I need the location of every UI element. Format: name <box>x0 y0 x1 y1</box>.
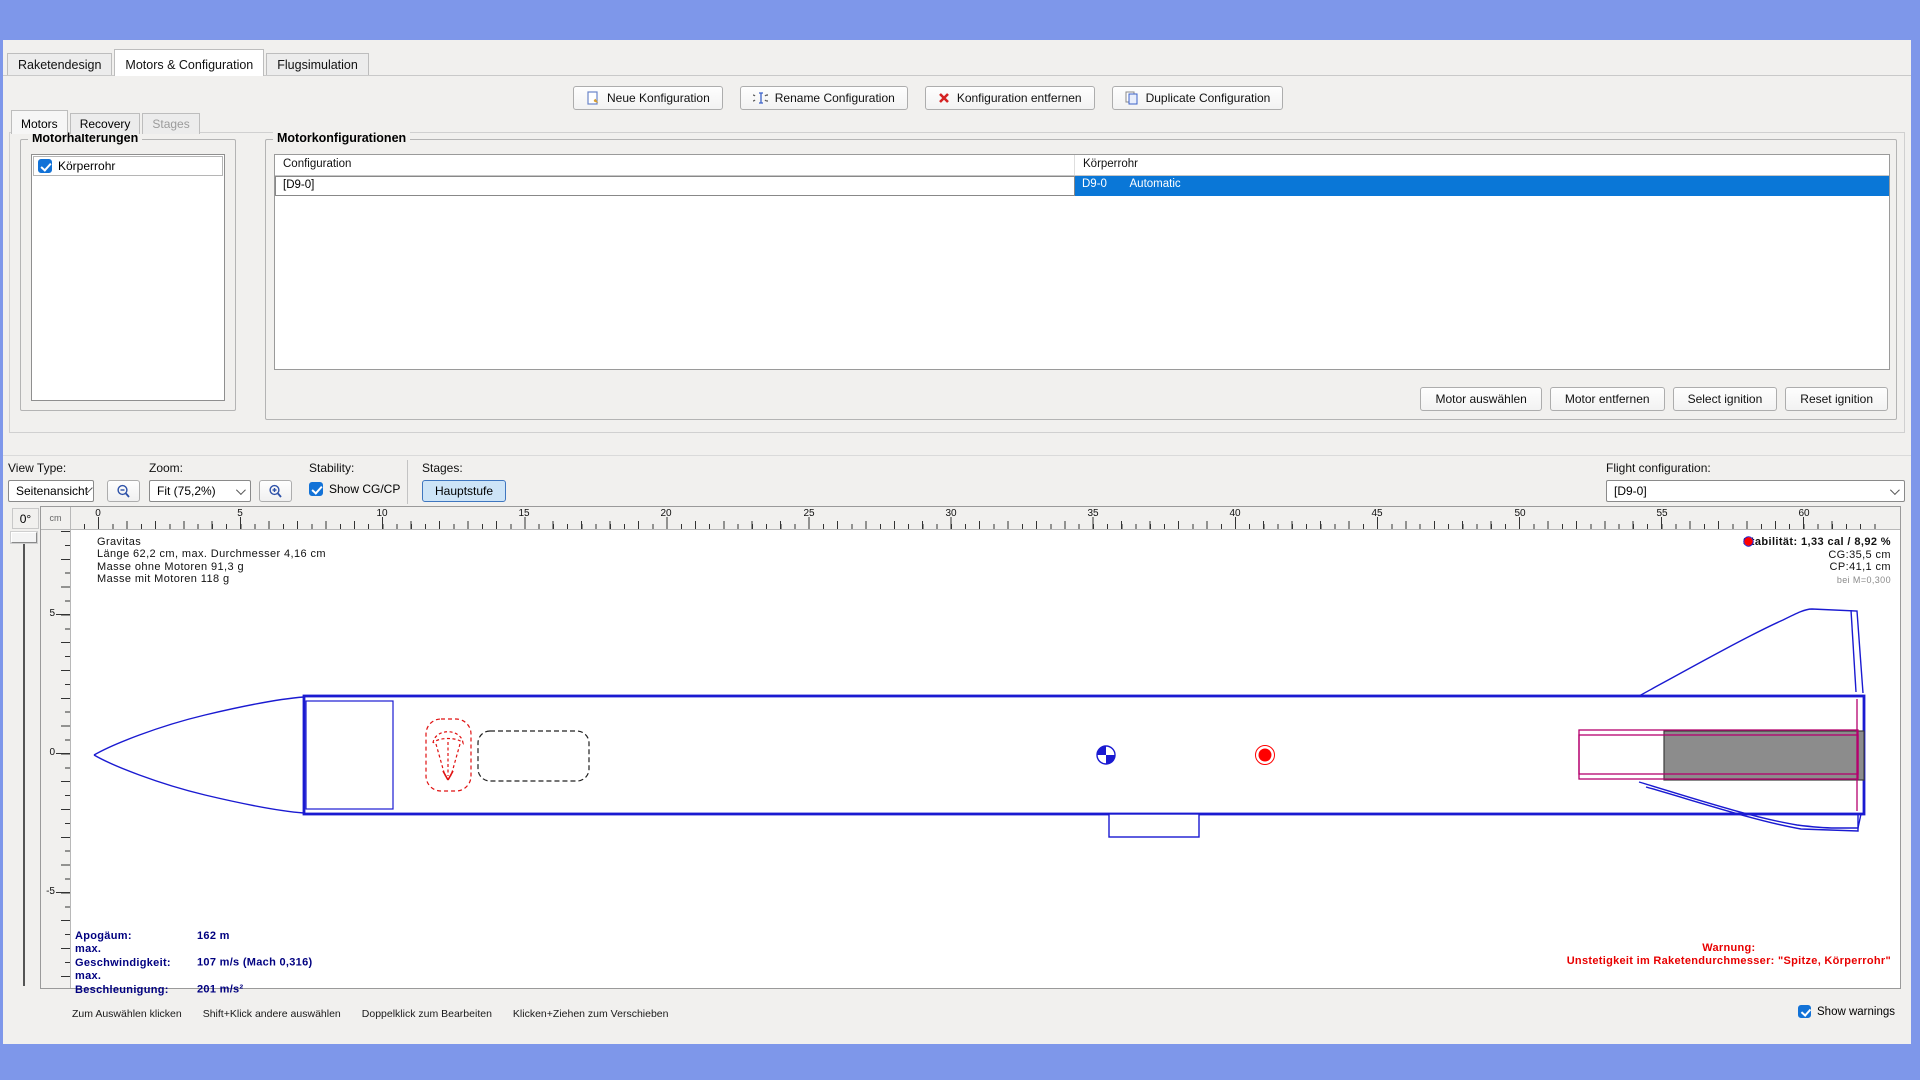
launch-lug[interactable] <box>1109 814 1199 837</box>
duplicate-configuration-icon <box>1125 91 1139 105</box>
rotation-angle-label: 0° <box>12 508 39 529</box>
toolbar-divider <box>3 455 1911 456</box>
show-warnings-control[interactable]: Show warnings <box>1798 1005 1895 1018</box>
column-koerperrohr: Körperrohr <box>1075 155 1138 175</box>
cg-value: CG:35,5 cm <box>1828 549 1891 562</box>
tab-recovery[interactable]: Recovery <box>70 113 141 134</box>
hint-select: Zum Auswählen klicken <box>72 1008 182 1020</box>
status-hints: Zum Auswählen klicken Shift+Klick andere… <box>72 1008 668 1020</box>
table-header: Configuration Körperrohr <box>275 155 1889 176</box>
rocket-name: Gravitas <box>97 536 326 548</box>
tab-motors[interactable]: Motors <box>11 110 68 134</box>
toolbar-separator <box>407 460 408 504</box>
reset-ignition-button[interactable]: Reset ignition <box>1785 387 1888 411</box>
zoom-label: Zoom: <box>149 461 183 475</box>
warning-text: Unstetigkeit im Raketendurchmesser: "Spi… <box>1567 955 1891 968</box>
new-configuration-icon <box>586 91 600 105</box>
main-tab-bar: Raketendesign Motors & Configuration Flu… <box>7 44 371 76</box>
tab-baseline <box>3 75 1911 76</box>
show-cgcp-checkbox[interactable] <box>309 482 323 496</box>
stability-label: Stability: <box>309 461 354 475</box>
show-warnings-label: Show warnings <box>1817 1006 1895 1018</box>
remove-motor-button[interactable]: Motor entfernen <box>1550 387 1665 411</box>
motor-configurations-title: Motorkonfigurationen <box>273 131 410 145</box>
application-window: Raketendesign Motors & Configuration Flu… <box>3 40 1911 1044</box>
apogee-label: Apogäum: <box>75 930 197 943</box>
max-speed-value: 107 m/s (Mach 0,316) <box>197 957 312 969</box>
duplicate-configuration-button[interactable]: Duplicate Configuration <box>1112 86 1284 110</box>
flight-data-block: Apogäum:162 m max. Geschwindigkeit:107 m… <box>75 930 312 997</box>
tab-flugsimulation[interactable]: Flugsimulation <box>266 53 369 76</box>
new-configuration-button[interactable]: Neue Konfiguration <box>573 86 723 110</box>
rocket-info-block: Gravitas Länge 62,2 cm, max. Durchmesser… <box>97 536 326 586</box>
apogee-value: 162 m <box>197 930 230 942</box>
rocket-mass-empty: Masse ohne Motoren 91,3 g <box>97 561 326 573</box>
max-accel-label: max. Beschleunigung: <box>75 970 197 997</box>
motor-table-buttons: Motor auswählen Motor entfernen Select i… <box>1420 387 1888 411</box>
zoom-in-icon <box>268 484 283 499</box>
stage-toggle-hauptstufe[interactable]: Hauptstufe <box>422 480 506 502</box>
cell-motor-selected[interactable]: D9-0 Automatic <box>1075 176 1889 196</box>
view-type-select[interactable]: Seitenansicht <box>8 480 94 502</box>
cp-value: CP:41,1 cm <box>1830 561 1891 574</box>
stability-value: Stabilität: 1,33 cal / 8,92 % <box>1743 536 1891 549</box>
configuration-toolbar: Neue Konfiguration Rename Configuration … <box>573 86 1283 110</box>
rocket-mass-motors: Masse mit Motoren 118 g <box>97 573 326 585</box>
stability-block: Stabilität: 1,33 cal / 8,92 % CG:35,5 cm… <box>1743 536 1891 586</box>
chevron-down-icon <box>236 485 246 495</box>
hint-double-click: Doppelklick zum Bearbeiten <box>362 1008 492 1020</box>
view-type-label: View Type: <box>8 461 66 475</box>
motor-sub-tab-bar: Motors Recovery Stages <box>11 110 202 134</box>
rocket-drawing <box>71 530 1900 989</box>
horizontal-ruler: 0 5 10 15 20 25 30 35 40 45 50 55 60 <box>71 507 1900 530</box>
table-row[interactable]: [D9-0] D9-0 Automatic <box>275 176 1889 196</box>
rename-configuration-button[interactable]: Rename Configuration <box>740 86 908 110</box>
show-warnings-checkbox[interactable] <box>1798 1005 1811 1018</box>
cell-configuration[interactable]: [D9-0] <box>275 176 1075 196</box>
vertical-ruler: 5 0 -5 <box>41 530 71 988</box>
rocket-length: Länge 62,2 cm, max. Durchmesser 4,16 cm <box>97 548 326 560</box>
rocket-design-panel: cm 0 5 10 15 20 25 30 35 40 45 50 55 60 … <box>40 506 1901 989</box>
mount-item-koerperrohr[interactable]: Körperrohr <box>33 156 223 176</box>
tab-raketendesign[interactable]: Raketendesign <box>7 53 112 76</box>
mount-checkbox[interactable] <box>38 159 52 173</box>
motor-configurations-table[interactable]: Configuration Körperrohr [D9-0] D9-0 Aut… <box>274 154 1890 370</box>
tab-motors-configuration[interactable]: Motors & Configuration <box>114 49 264 76</box>
zoom-out-button[interactable] <box>107 480 140 502</box>
remove-configuration-icon <box>938 92 950 104</box>
motor-mounts-list[interactable]: Körperrohr <box>31 154 225 401</box>
flight-configuration-select[interactable]: [D9-0] <box>1606 480 1905 502</box>
zoom-out-icon <box>116 484 131 499</box>
mach-condition: bei M=0,300 <box>1743 574 1891 587</box>
column-configuration: Configuration <box>275 155 1075 175</box>
motor-configurations-group: Motorkonfigurationen Configuration Körpe… <box>265 139 1897 420</box>
stages-label: Stages: <box>422 461 463 475</box>
flight-configuration-label: Flight configuration: <box>1606 461 1711 475</box>
rocket-design-canvas[interactable]: Gravitas Länge 62,2 cm, max. Durchmesser… <box>71 530 1900 988</box>
zoom-in-button[interactable] <box>259 480 292 502</box>
chevron-down-icon <box>1890 485 1900 495</box>
ruler-unit-label: cm <box>41 507 71 530</box>
warning-block: Warnung: Unstetigkeit im Raketendurchmes… <box>1567 942 1891 969</box>
tab-stages: Stages <box>142 113 199 134</box>
motor[interactable] <box>1664 731 1864 780</box>
select-motor-button[interactable]: Motor auswählen <box>1420 387 1541 411</box>
hint-shift-click: Shift+Klick andere auswählen <box>203 1008 341 1020</box>
warning-title: Warnung: <box>1567 942 1891 955</box>
cg-marker <box>1097 746 1115 764</box>
body-tube[interactable] <box>304 696 1864 814</box>
hint-drag: Klicken+Ziehen zum Verschieben <box>513 1008 669 1020</box>
select-ignition-button[interactable]: Select ignition <box>1673 387 1778 411</box>
max-speed-label: max. Geschwindigkeit: <box>75 943 197 970</box>
zoom-select[interactable]: Fit (75,2%) <box>149 480 251 502</box>
rename-configuration-icon <box>753 91 768 105</box>
rotation-slider-handle[interactable] <box>11 532 37 543</box>
motor-mounts-group: Motorhalterungen Körperrohr <box>20 139 236 411</box>
max-accel-value: 201 m/s² <box>197 984 243 996</box>
remove-configuration-button[interactable]: Konfiguration entfernen <box>925 86 1095 110</box>
rotation-slider-track[interactable] <box>23 543 25 986</box>
show-cgcp-control[interactable]: Show CG/CP <box>309 482 400 496</box>
